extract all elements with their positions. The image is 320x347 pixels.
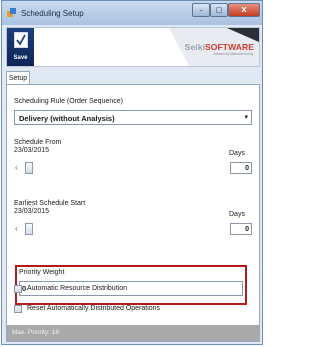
reset-distributed-operations-checkbox[interactable] [14, 305, 22, 313]
dropdown-arrow-icon: ▾ [244, 114, 248, 121]
save-button[interactable]: Save [7, 28, 34, 66]
max-priority-text: Max. Priority: 18 [12, 329, 59, 336]
auto-resource-distribution-label: Automatic Resource Distribution [27, 285, 127, 292]
scheduling-rule-dropdown[interactable]: Delivery (without Analysis) ▾ [14, 110, 252, 125]
close-button[interactable]: X [228, 3, 260, 17]
schedule-from-slider[interactable]: ‹ [13, 162, 218, 176]
slider-left-arrow-icon[interactable]: ‹ [15, 224, 18, 233]
priority-weight-label: Priority Weight [19, 269, 65, 276]
scheduling-rule-value: Delivery (without Analysis) [19, 114, 115, 123]
earliest-start-days-input[interactable]: 0 [230, 223, 252, 235]
earliest-start-date: 23/03/2015 [14, 208, 50, 215]
setup-panel: Scheduling Rule (Order Sequence) Deliver… [6, 84, 260, 342]
brand-logo-part1: Seiki [184, 42, 206, 52]
app-icon [7, 8, 16, 17]
slider-thumb[interactable] [25, 223, 33, 235]
schedule-from-days-label: Days [229, 150, 245, 157]
brand-tagline: Advanced Manufacturing [213, 52, 253, 56]
status-bar: Max. Priority: 18 [7, 325, 259, 341]
check-icon [14, 32, 28, 48]
schedule-from-label: Schedule From [14, 139, 62, 146]
tab-setup[interactable]: Setup [6, 71, 30, 85]
scheduling-setup-window: Scheduling Setup – □ X Save SeikiSOFTWAR… [1, 0, 263, 345]
schedule-from-date: 23/03/2015 [14, 147, 50, 154]
scheduling-rule-label: Scheduling Rule (Order Sequence) [14, 98, 123, 105]
earliest-start-days-label: Days [229, 211, 245, 218]
title-bar[interactable]: Scheduling Setup – □ X [2, 1, 262, 25]
save-label: Save [13, 55, 28, 61]
earliest-start-slider[interactable]: ‹ [13, 223, 218, 237]
earliest-start-label: Earliest Schedule Start [14, 200, 86, 207]
brand-logo: SeikiSOFTWARE [185, 42, 254, 52]
minimize-button[interactable]: – [192, 3, 210, 17]
toolbar: Save SeikiSOFTWARE Advanced Manufacturin… [6, 27, 260, 67]
slider-left-arrow-icon[interactable]: ‹ [15, 163, 18, 172]
brand-logo-part2: SOFTWARE [205, 42, 254, 52]
schedule-from-days-input[interactable]: 0 [230, 162, 252, 174]
slider-thumb[interactable] [25, 162, 33, 174]
window-title: Scheduling Setup [21, 9, 84, 18]
reset-distributed-operations-label: Reset Automatically Distributed Operatio… [27, 305, 161, 312]
auto-resource-distribution-checkbox[interactable] [14, 285, 22, 293]
maximize-button[interactable]: □ [210, 3, 228, 17]
